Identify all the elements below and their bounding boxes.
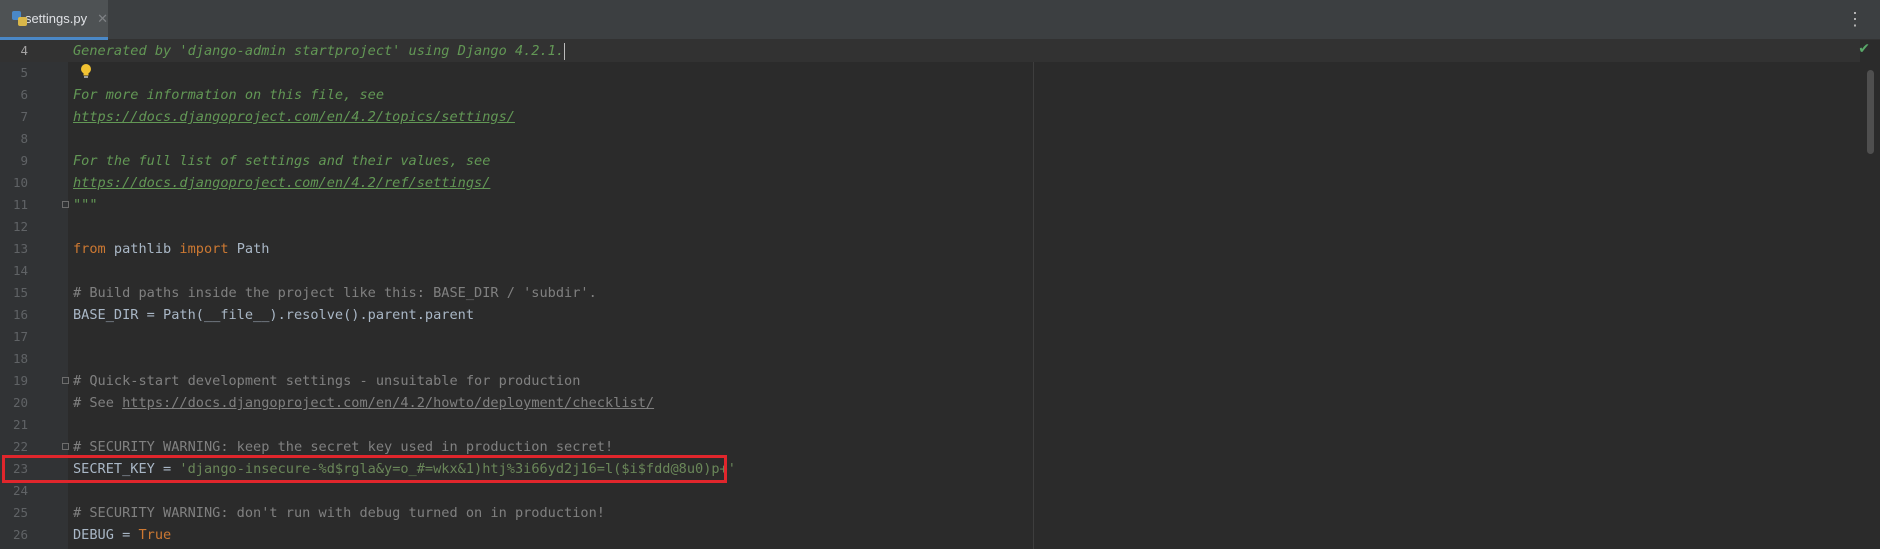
code-line[interactable]: 7 https://docs.djangoproject.com/en/4.2/t… xyxy=(0,106,1860,128)
code-line[interactable]: 11 """ xyxy=(0,194,1860,216)
code-text: # See https://docs.djangoproject.com/en/… xyxy=(73,392,654,414)
fold-start-icon[interactable] xyxy=(62,377,69,384)
more-options-icon[interactable]: ⋮ xyxy=(1846,9,1864,29)
code-editor[interactable]: 4 Generated by 'django-admin startproject… xyxy=(0,40,1880,549)
code-token: For the full list of settings and their … xyxy=(73,153,491,169)
code-token: Path xyxy=(228,241,270,257)
code-link[interactable]: https://docs.djangoproject.com/en/4.2/to… xyxy=(73,109,515,125)
code-line[interactable]: 26 DEBUG = True xyxy=(0,524,1860,546)
code-token: # Quick-start development settings - uns… xyxy=(73,373,581,389)
line-number: 8 xyxy=(20,131,28,146)
code-line[interactable]: 20 # See https://docs.djangoproject.com/e… xyxy=(0,392,1860,414)
line-number: 7 xyxy=(20,109,28,124)
fold-end-icon[interactable] xyxy=(62,201,69,208)
code-line[interactable]: 13 from pathlib import Path xyxy=(0,238,1860,260)
code-line[interactable]: 19 # Quick-start development settings - u… xyxy=(0,370,1860,392)
code-token: # SECURITY WARNING: don't run with debug… xyxy=(73,505,605,521)
code-link[interactable]: https://docs.djangoproject.com/en/4.2/ho… xyxy=(122,395,654,411)
line-number: 4 xyxy=(20,43,28,58)
code-line[interactable]: 10 https://docs.djangoproject.com/en/4.2/… xyxy=(0,172,1860,194)
code-text: # Build paths inside the project like th… xyxy=(73,282,597,304)
tab-settings-py[interactable]: settings.py ✕ xyxy=(0,0,108,40)
code-line[interactable]: 15 # Build paths inside the project like … xyxy=(0,282,1860,304)
code-line[interactable]: 16 BASE_DIR = Path(__file__).resolve().pa… xyxy=(0,304,1860,326)
line-number: 25 xyxy=(12,505,28,520)
code-text: For more information on this file, see xyxy=(73,84,384,106)
line-number: 18 xyxy=(12,351,28,366)
code-line[interactable]: 4 Generated by 'django-admin startproject… xyxy=(0,40,1860,62)
lightbulb-icon[interactable] xyxy=(80,63,92,79)
line-number: 15 xyxy=(12,285,28,300)
code-text: # SECURITY WARNING: don't run with debug… xyxy=(73,502,605,524)
code-token: BASE_DIR = Path(__file__).resolve().pare… xyxy=(73,307,475,323)
code-text: """ xyxy=(73,194,98,216)
editor-tab-bar: settings.py ✕ ⋮ xyxy=(0,0,1880,40)
code-text: # Quick-start development settings - uns… xyxy=(73,370,580,392)
secret-key-highlight xyxy=(2,455,727,483)
line-number: 24 xyxy=(12,483,28,498)
code-token: Generated by 'django-admin startproject'… xyxy=(73,43,565,59)
code-token: from xyxy=(73,241,106,257)
code-token: # Build paths inside the project like th… xyxy=(73,285,597,301)
line-number: 10 xyxy=(12,175,28,190)
line-number: 20 xyxy=(12,395,28,410)
code-token: # SECURITY WARNING: keep the secret key … xyxy=(73,439,614,455)
line-number: 17 xyxy=(12,329,28,344)
line-number: 13 xyxy=(12,241,28,256)
code-link[interactable]: https://docs.djangoproject.com/en/4.2/re… xyxy=(73,175,490,191)
code-text: DEBUG = True xyxy=(73,524,171,546)
inspection-ok-icon[interactable]: ✔ xyxy=(1858,40,1870,58)
python-file-icon xyxy=(12,11,27,26)
vertical-scrollbar[interactable] xyxy=(1867,70,1874,154)
text-caret xyxy=(564,42,566,60)
line-number: 19 xyxy=(12,373,28,388)
line-number: 6 xyxy=(20,87,28,102)
line-number: 16 xyxy=(12,307,28,322)
code-token: True xyxy=(138,527,172,543)
line-number: 12 xyxy=(12,219,28,234)
code-text: https://docs.djangoproject.com/en/4.2/re… xyxy=(73,172,490,194)
code-line[interactable]: 25 # SECURITY WARNING: don't run with deb… xyxy=(0,502,1860,524)
line-number: 14 xyxy=(12,263,28,278)
code-token: """ xyxy=(73,197,98,213)
code-line[interactable]: 9 For the full list of settings and their… xyxy=(0,150,1860,172)
line-number: 9 xyxy=(20,153,28,168)
code-text: https://docs.djangoproject.com/en/4.2/to… xyxy=(73,106,515,128)
code-text: Generated by 'django-admin startproject'… xyxy=(73,40,566,62)
code-text: BASE_DIR = Path(__file__).resolve().pare… xyxy=(73,304,474,326)
line-number: 5 xyxy=(20,65,28,80)
line-number: 26 xyxy=(12,527,28,542)
line-number: 21 xyxy=(12,417,28,432)
code-text: from pathlib import Path xyxy=(73,238,269,260)
code-line[interactable]: 6 For more information on this file, see xyxy=(0,84,1860,106)
code-line[interactable]: 14 xyxy=(0,260,1860,282)
code-line[interactable]: 5 xyxy=(0,62,1860,84)
code-line[interactable]: 8 xyxy=(0,128,1860,150)
code-token: DEBUG = xyxy=(73,527,139,543)
fold-end-icon[interactable] xyxy=(62,443,69,450)
code-line[interactable]: 17 xyxy=(0,326,1860,348)
code-line[interactable]: 24 xyxy=(0,480,1860,502)
code-token: import xyxy=(179,241,229,257)
code-token: # See xyxy=(73,395,123,411)
code-token: For more information on this file, see xyxy=(73,87,384,103)
code-line[interactable]: 12 xyxy=(0,216,1860,238)
code-token: pathlib xyxy=(105,241,180,257)
code-text: For the full list of settings and their … xyxy=(73,150,490,172)
code-line[interactable]: 21 xyxy=(0,414,1860,436)
close-icon[interactable]: ✕ xyxy=(97,11,108,27)
code-line[interactable]: 18 xyxy=(0,348,1860,370)
line-number: 11 xyxy=(12,197,28,212)
tab-label: settings.py xyxy=(24,11,88,26)
